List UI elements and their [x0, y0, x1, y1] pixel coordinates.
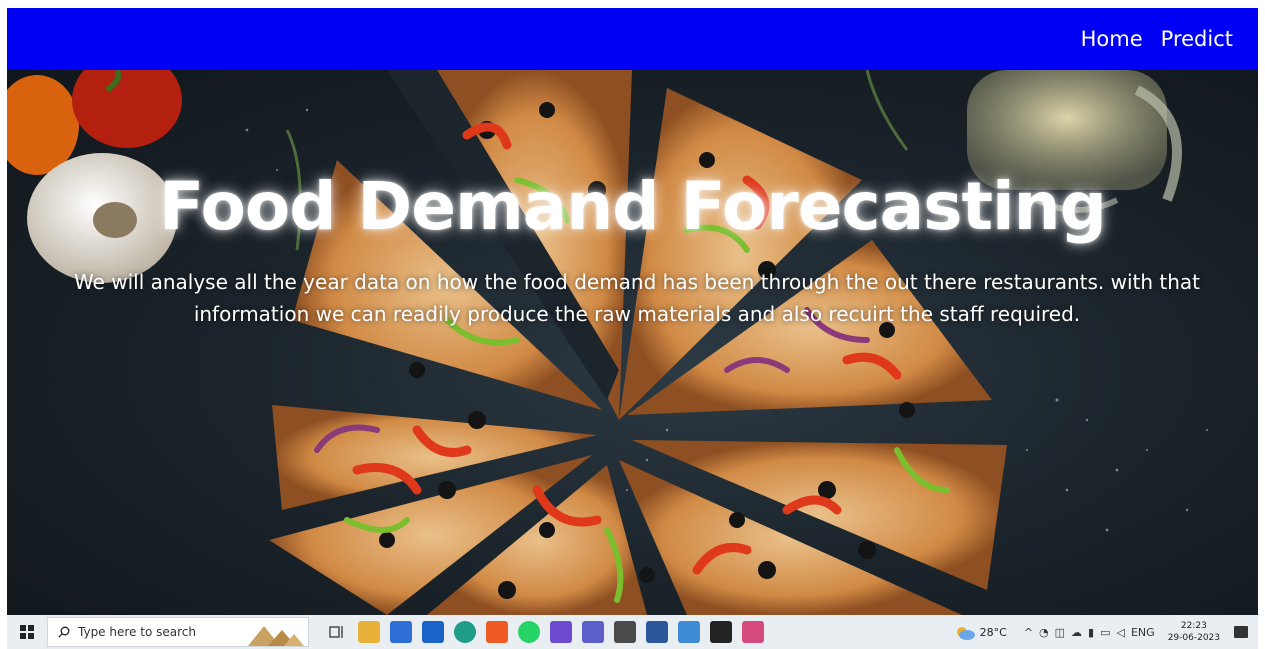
store-icon[interactable] [390, 621, 412, 643]
task-view-icon[interactable] [326, 621, 348, 643]
battery-icon[interactable]: ▭ [1100, 626, 1110, 639]
volume-icon[interactable]: ◁ [1117, 626, 1125, 639]
calculator-icon[interactable] [614, 621, 636, 643]
system-tray: 28°C ^ ◔ ◫ ☁ ▮ ▭ ◁ ENG 22:23 29-06-2023 [954, 620, 1258, 644]
chevron-up-icon[interactable]: ^ [1024, 626, 1033, 639]
whatsapp-icon[interactable] [518, 621, 540, 643]
terminal-icon[interactable] [710, 621, 732, 643]
taskbar-app-icons [321, 621, 769, 643]
windows-logo-icon [20, 625, 34, 639]
snipping-tool-icon[interactable] [742, 621, 764, 643]
browser-page: Home Predict Food Demand Forecasting We … [0, 0, 1265, 649]
clock-time: 22:23 [1180, 621, 1207, 631]
notification-center-icon[interactable] [1234, 626, 1248, 638]
edge-icon[interactable] [454, 621, 476, 643]
search-placeholder: Type here to search [78, 625, 196, 639]
installer-icon[interactable] [678, 621, 700, 643]
onedrive-icon[interactable]: ☁ [1071, 626, 1082, 639]
navbar: Home Predict [7, 8, 1258, 70]
paint-icon[interactable] [550, 621, 572, 643]
file-explorer-icon[interactable] [358, 621, 380, 643]
weather-cloud-icon[interactable] [954, 624, 976, 640]
pizza-slices [269, 70, 1007, 615]
windows-taskbar: Type here to search 28°C ^ ◔ ◫ ☁ ▮ ▭ ◁ E… [7, 615, 1258, 649]
nav-home-link[interactable]: Home [1081, 27, 1143, 51]
clock-date: 29-06-2023 [1167, 633, 1220, 643]
hero-section: Food Demand Forecasting We will analyse … [7, 70, 1258, 615]
taskbar-clock[interactable]: 22:23 29-06-2023 [1168, 620, 1220, 644]
word-icon[interactable] [646, 621, 668, 643]
brave-icon[interactable] [486, 621, 508, 643]
mail-icon[interactable] [422, 621, 444, 643]
taskbar-search-box[interactable]: Type here to search [47, 617, 309, 647]
teams-icon[interactable] [582, 621, 604, 643]
language-indicator[interactable]: ENG [1131, 626, 1155, 639]
meet-now-icon[interactable]: ◫ [1055, 626, 1065, 639]
network-icon[interactable]: ◔ [1039, 626, 1049, 639]
search-icon [58, 626, 70, 638]
hero-title: Food Demand Forecasting [159, 168, 1107, 245]
nav-predict-link[interactable]: Predict [1161, 27, 1233, 51]
microphone-icon[interactable]: ▮ [1088, 626, 1094, 639]
weather-temperature[interactable]: 28°C [980, 626, 1007, 639]
pyramids-search-highlight-icon [248, 626, 304, 646]
pizza-background-image [7, 70, 1208, 615]
hero-description: We will analyse all the year data on how… [73, 270, 1201, 326]
start-button[interactable] [7, 615, 47, 649]
